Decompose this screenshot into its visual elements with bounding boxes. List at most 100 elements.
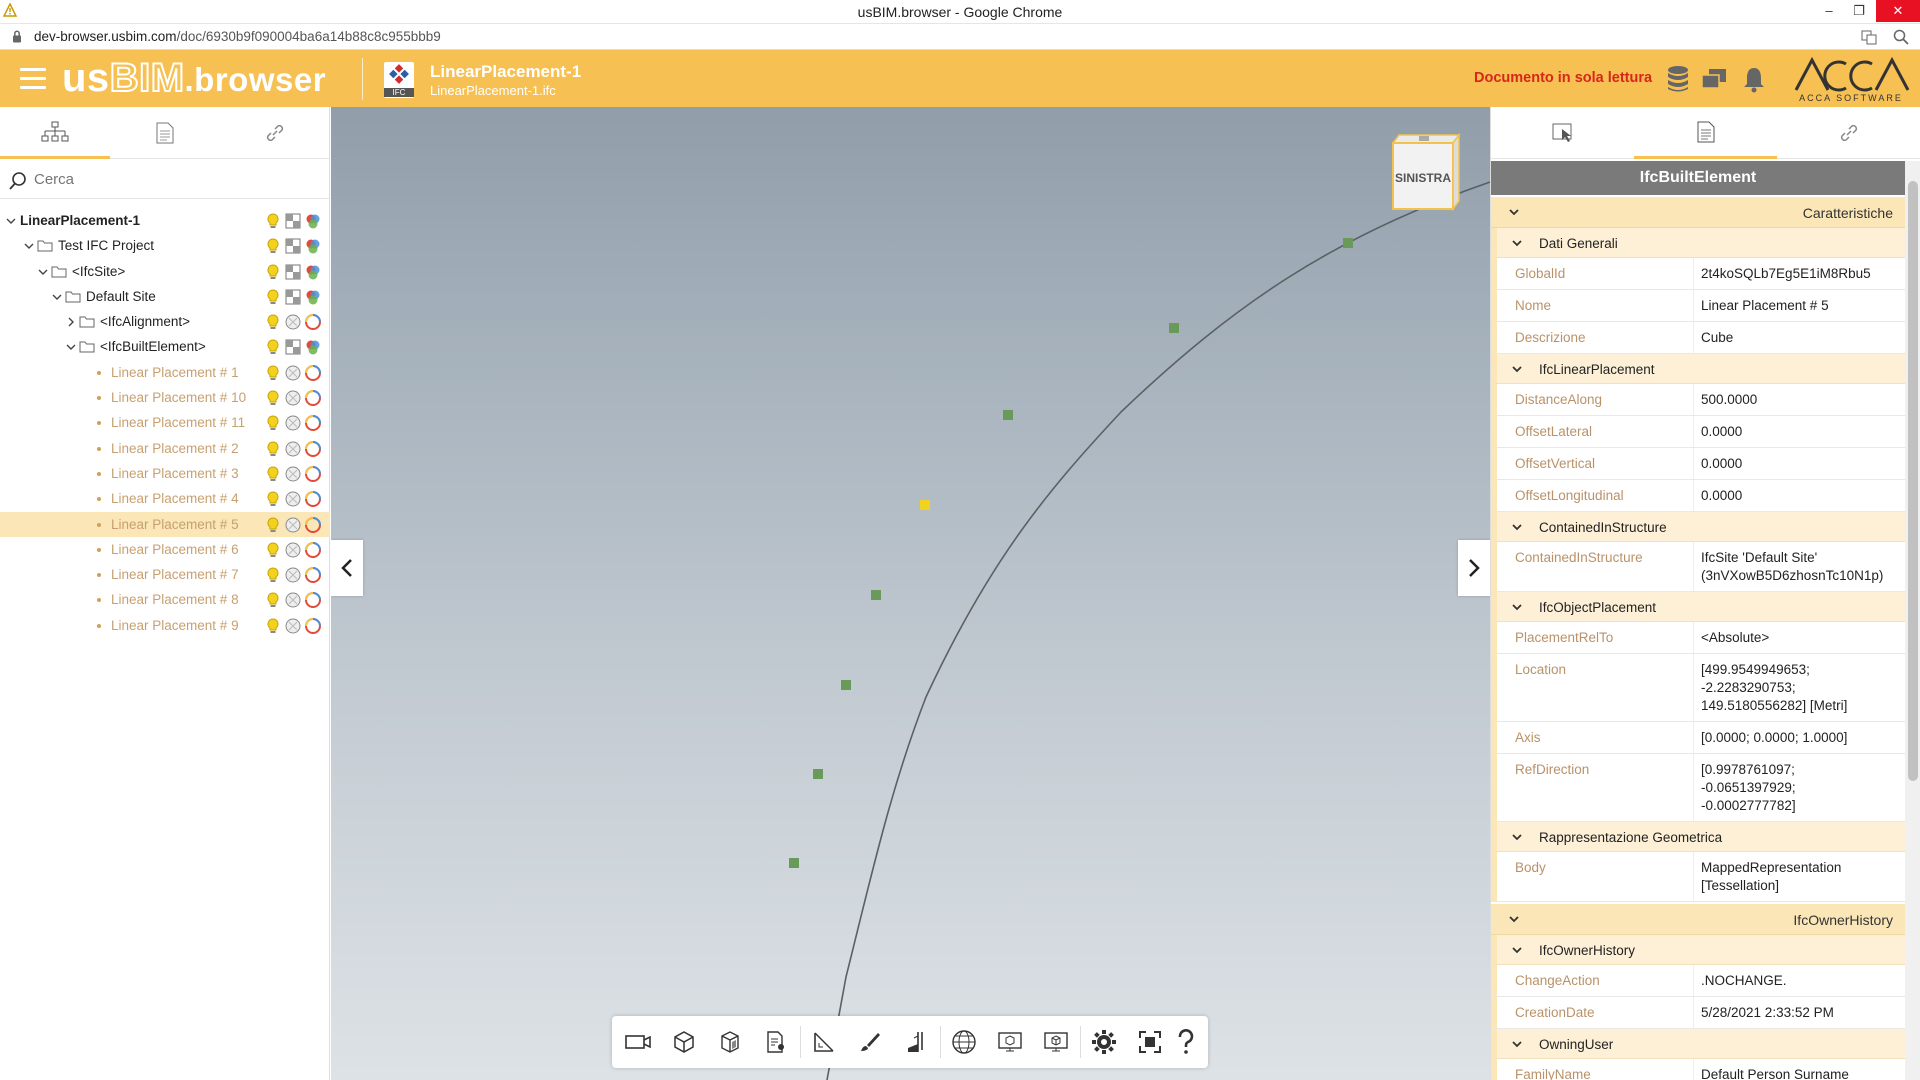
collapse-right-panel-button[interactable]: [1458, 540, 1490, 596]
database-icon[interactable]: [1664, 64, 1692, 94]
color-icon[interactable]: [304, 516, 322, 534]
color-icon[interactable]: [304, 617, 322, 635]
color-icon[interactable]: [304, 338, 322, 356]
tree-item-element[interactable]: Linear Placement # 2: [0, 436, 330, 461]
chevron-down-icon[interactable]: [24, 241, 34, 251]
placement-marker[interactable]: [1169, 323, 1179, 333]
transparency-icon[interactable]: [284, 490, 302, 508]
menu-hamburger-icon[interactable]: [20, 68, 46, 90]
color-icon[interactable]: [304, 263, 322, 281]
lightbulb-icon[interactable]: [264, 389, 282, 407]
annotation-button[interactable]: [758, 1024, 794, 1060]
transparency-icon[interactable]: [284, 389, 302, 407]
tree-node[interactable]: <IfcSite>: [0, 259, 330, 284]
chevron-down-icon[interactable]: [38, 267, 48, 277]
lightbulb-icon[interactable]: [264, 414, 282, 432]
close-button[interactable]: ✕: [1876, 0, 1920, 22]
group-ifcobjectplacement[interactable]: IfcObjectPlacement: [1491, 592, 1905, 622]
model-view-button[interactable]: [992, 1024, 1028, 1060]
lightbulb-icon[interactable]: [264, 212, 282, 230]
tree-node[interactable]: Test IFC Project: [0, 233, 330, 258]
lightbulb-icon[interactable]: [264, 313, 282, 331]
tree-item-element[interactable]: Linear Placement # 3: [0, 461, 330, 486]
placement-marker[interactable]: [789, 858, 799, 868]
cube-view-button[interactable]: [666, 1024, 702, 1060]
placement-marker[interactable]: [871, 590, 881, 600]
placement-marker[interactable]: [1343, 238, 1353, 248]
color-icon[interactable]: [304, 212, 322, 230]
lightbulb-icon[interactable]: [264, 263, 282, 281]
chevron-down-icon[interactable]: [52, 292, 62, 302]
cut-plane-button[interactable]: [898, 1024, 934, 1060]
color-icon[interactable]: [304, 591, 322, 609]
tree-item-element[interactable]: Linear Placement # 9: [0, 613, 330, 638]
placement-marker[interactable]: [841, 680, 851, 690]
color-icon[interactable]: [304, 440, 322, 458]
lightbulb-icon[interactable]: [264, 490, 282, 508]
lightbulb-icon[interactable]: [264, 364, 282, 382]
color-icon[interactable]: [304, 237, 322, 255]
fit-view-button[interactable]: [1132, 1024, 1168, 1060]
tab-relations[interactable]: [1777, 107, 1920, 159]
collapse-left-panel-button[interactable]: [331, 540, 363, 596]
transparency-icon[interactable]: [284, 566, 302, 584]
color-icon[interactable]: [304, 389, 322, 407]
tree-node[interactable]: <IfcBuiltElement>: [0, 334, 330, 359]
paint-button[interactable]: [852, 1024, 888, 1060]
lightbulb-icon[interactable]: [264, 591, 282, 609]
color-icon[interactable]: [304, 465, 322, 483]
placement-marker[interactable]: [813, 769, 823, 779]
model-compare-button[interactable]: [1038, 1024, 1074, 1060]
lightbulb-icon[interactable]: [264, 465, 282, 483]
tree-node[interactable]: LinearPlacement-1: [0, 208, 330, 233]
transparency-icon[interactable]: [284, 440, 302, 458]
tree-item-element[interactable]: Linear Placement # 1: [0, 360, 330, 385]
address-bar[interactable]: dev-browser.usbim.com/doc/6930b9f090004b…: [0, 24, 1920, 50]
tab-selection-info[interactable]: [1491, 107, 1634, 159]
tab-structure-tree[interactable]: [0, 107, 110, 159]
bell-icon[interactable]: [1740, 64, 1768, 94]
navigation-cube[interactable]: SINISTRA: [1389, 132, 1461, 216]
transparency-icon[interactable]: [284, 516, 302, 534]
group-rappresentazione-geometrica[interactable]: Rappresentazione Geometrica: [1491, 822, 1905, 852]
color-icon[interactable]: [304, 414, 322, 432]
group-owninguser[interactable]: OwningUser: [1491, 1029, 1905, 1059]
transparency-icon[interactable]: [284, 313, 302, 331]
placement-marker[interactable]: [1003, 410, 1013, 420]
color-icon[interactable]: [304, 490, 322, 508]
transparency-icon[interactable]: [284, 212, 302, 230]
restore-button[interactable]: ❐: [1842, 0, 1876, 22]
minimize-button[interactable]: –: [1812, 0, 1846, 22]
group-ifcownerhistory[interactable]: IfcOwnerHistory: [1491, 935, 1905, 965]
camera-button[interactable]: [620, 1024, 656, 1060]
help-button[interactable]: [1168, 1024, 1204, 1060]
transparency-icon[interactable]: [284, 414, 302, 432]
measure-button[interactable]: [806, 1024, 842, 1060]
section-ifcownerhistory[interactable]: IfcOwnerHistory: [1491, 904, 1905, 935]
lightbulb-icon[interactable]: [264, 566, 282, 584]
chevron-right-icon[interactable]: [66, 317, 76, 327]
lightbulb-icon[interactable]: [264, 516, 282, 534]
transparency-icon[interactable]: [284, 541, 302, 559]
tree-item-element[interactable]: Linear Placement # 6: [0, 537, 330, 562]
color-icon[interactable]: [304, 313, 322, 331]
tree-item-element[interactable]: Linear Placement # 5: [0, 511, 330, 537]
color-icon[interactable]: [304, 288, 322, 306]
tab-documents[interactable]: [110, 107, 220, 159]
color-icon[interactable]: [304, 541, 322, 559]
tree-item-element[interactable]: Linear Placement # 11: [0, 410, 330, 435]
group-containedinstructure[interactable]: ContainedInStructure: [1491, 512, 1905, 542]
globe-button[interactable]: [946, 1024, 982, 1060]
tab-properties[interactable]: [1634, 107, 1777, 159]
settings-button[interactable]: [1086, 1024, 1122, 1060]
lightbulb-icon[interactable]: [264, 440, 282, 458]
tree-item-element[interactable]: Linear Placement # 8: [0, 587, 330, 612]
group-ifclinearplacement[interactable]: IfcLinearPlacement: [1491, 354, 1905, 384]
tree-node[interactable]: <IfcAlignment>: [0, 309, 330, 334]
3d-viewport[interactable]: SINISTRA: [331, 107, 1490, 1080]
color-icon[interactable]: [304, 364, 322, 382]
zoom-icon[interactable]: [1892, 28, 1910, 46]
lightbulb-icon[interactable]: [264, 617, 282, 635]
lightbulb-icon[interactable]: [264, 541, 282, 559]
lightbulb-icon[interactable]: [264, 338, 282, 356]
